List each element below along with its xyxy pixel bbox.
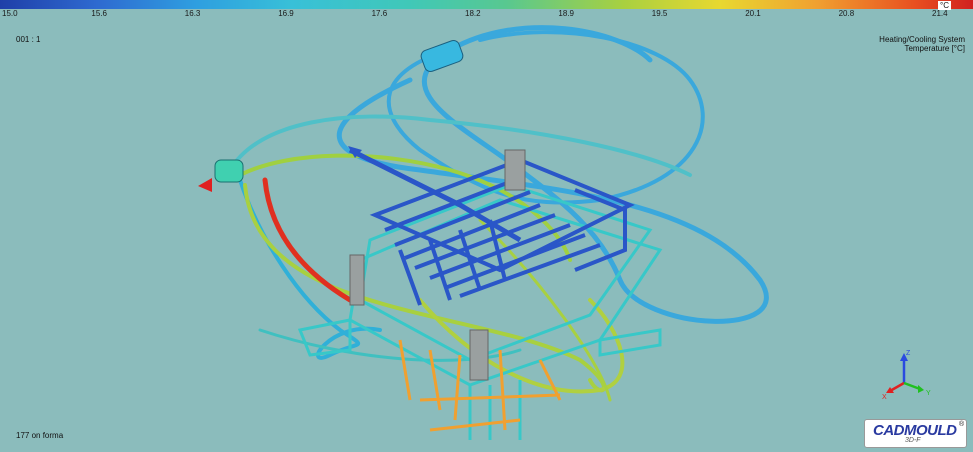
base-frame [598, 328, 662, 357]
mould-block [349, 254, 365, 306]
mould-block [469, 329, 489, 381]
result-title-line1: Heating/Cooling System [879, 35, 965, 44]
base-frame [297, 318, 352, 357]
mould-block [504, 149, 526, 191]
frame-id: 001 : 1 [16, 35, 41, 44]
axis-z-label: Z [906, 350, 911, 357]
logo-reg: ® [959, 421, 965, 428]
axis-x-label: X [882, 394, 887, 400]
logo-sub: 3D-F [905, 437, 921, 444]
axis-triad-icon: Z X Y [882, 350, 931, 400]
3d-viewport[interactable] [0, 0, 973, 452]
base-frame [468, 380, 522, 440]
status-text: 177 on forma [16, 431, 64, 440]
result-title: Heating/Cooling System Temperature [°C] [879, 35, 965, 53]
outlet-arrow-icon [198, 178, 212, 192]
cadmould-viewer: 15.0 15.6 16.3 16.9 17.6 18.2 18.9 19.5 20.1 20.8… [0, 0, 973, 452]
axis-y-label: Y [926, 390, 931, 397]
inlet-connector [420, 40, 464, 72]
cadmould-logo: CADMOULD 3D-F ® [864, 419, 967, 448]
outlet-connector [214, 159, 244, 183]
result-title-line2: Temperature [°C] [904, 44, 965, 53]
cooling-line [262, 177, 353, 303]
